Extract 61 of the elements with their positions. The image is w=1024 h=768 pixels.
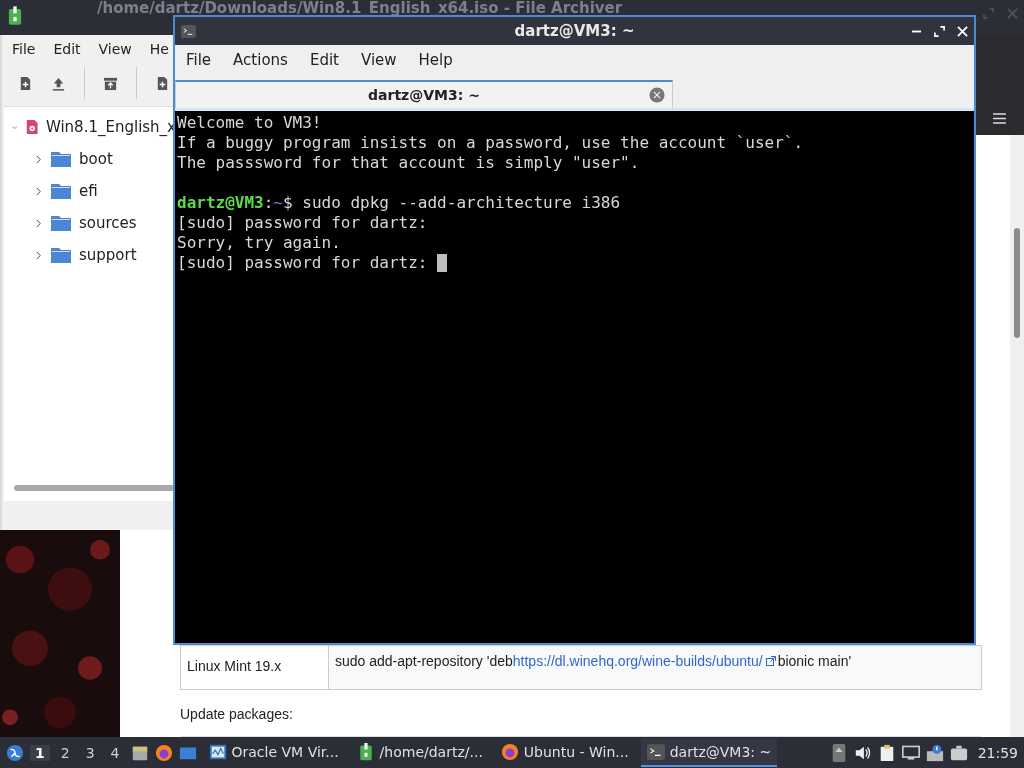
menu-item[interactable]: File [175,50,223,69]
workspace-button[interactable]: 1 [30,744,50,761]
browser-icon[interactable] [154,743,173,762]
menu-item[interactable]: Actions [222,50,299,69]
taskbar-button[interactable]: /home/dartz/... [350,738,489,767]
notification-icon[interactable] [925,743,944,762]
terminal-line: [sudo] password for dartz: [177,213,428,233]
menu-item[interactable]: Edit [53,41,81,57]
folder-icon [51,181,71,201]
terminal-line: If a buggy program insists on a password, use the account `user`. [177,133,804,153]
table-cell: sudo add-apt-repository 'debhttps://dl.winehq.org/wine-builds/ubuntu/ bionic main' [329,646,981,689]
chevron-right-icon[interactable] [34,250,43,260]
disc-file-icon [25,117,38,137]
scrollbar[interactable] [1010,135,1024,737]
workspace-button[interactable]: 2 [55,744,75,761]
new-file-icon[interactable] [18,75,33,91]
archive-icon [8,6,22,26]
menu-item[interactable]: View [98,41,132,57]
chart-window-icon [208,742,227,761]
terminal-line: The passsword for that account is simply "user". [177,153,640,173]
chevron-right-icon[interactable] [34,186,43,196]
workspace-button[interactable]: 3 [80,744,100,761]
chevron-right-icon[interactable] [34,154,43,164]
tree-item[interactable]: sources [79,214,137,232]
link[interactable]: https://dl.winehq.org/wine-builds/ubuntu/ [512,653,763,669]
external-link-icon [765,656,776,666]
tree-item[interactable]: boot [79,150,113,168]
taskbar-button[interactable]: Ubuntu - Win... [494,738,635,767]
start-menu-icon[interactable] [6,743,24,762]
folder-icon [51,149,71,169]
taskbar-button[interactable]: Oracle VM Vir... [202,738,345,767]
browser-icon [500,742,519,761]
tree-item[interactable]: support [79,246,137,264]
clock: 21:59 [977,744,1018,761]
menu-item[interactable]: Help [407,50,464,69]
add-file-icon[interactable] [155,75,170,91]
tree-item[interactable]: efi [79,182,98,200]
tree-item[interactable]: Win8.1_English_x [45,118,176,136]
terminal-line: [sudo] password for dartz: [177,253,429,273]
terminal-line: Sorry, try again. [177,233,341,253]
taskbar-button[interactable]: dartz@VM3: ~ [640,738,778,767]
tab[interactable]: dartz@VM3: ~ [175,80,673,108]
terminal-icon [181,24,196,38]
window-title: dartz@VM3: ~ [514,22,635,40]
archive-box-icon[interactable] [103,75,118,91]
folder-icon [51,245,71,265]
terminal-line: dartz@VM3:~$ sudo dpkg --add-architecture i386 [177,193,621,213]
scrollbar[interactable] [14,485,176,491]
menu-item[interactable]: Edit [298,50,350,69]
window-title: /home/dartz/Downloads/Win8.1_English_x64.iso - File Archiver [97,1,623,16]
menu-item[interactable]: File [12,41,36,57]
terminal-line: Welcome to VM3! [177,113,322,133]
folder-icon [51,213,71,233]
menu-item[interactable]: He [149,41,169,57]
workspace-button[interactable]: 4 [105,744,125,761]
terminal-icon [646,742,665,761]
chevron-right-icon[interactable] [34,218,43,228]
upload-icon[interactable] [51,75,66,91]
menu-icon[interactable] [993,112,1006,124]
menu-item[interactable]: View [349,50,408,69]
section-text: Update packages: [180,706,294,722]
